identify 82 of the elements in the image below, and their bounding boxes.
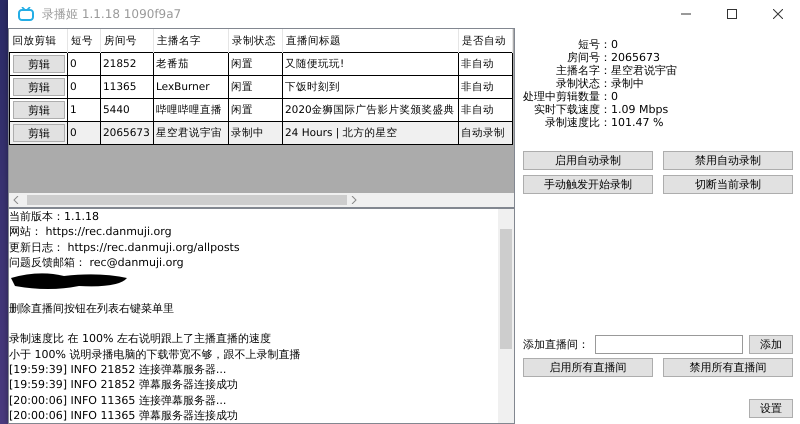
log-line: [19:59:39] INFO 21852 弹幕服务器连接成功 [9,377,239,393]
table-cell: 非自动 [458,52,512,76]
column-header[interactable]: 回放剪辑 [10,29,68,52]
table-cell: 21852 [100,52,154,76]
log-line: 录制速度比 在 100% 左右说明跟上了主播直播的速度 [9,331,272,347]
scroll-right-icon[interactable] [351,196,357,204]
close-icon [773,9,783,19]
edit-button[interactable]: 剪辑 [13,55,65,73]
vertical-scrollbar[interactable] [498,209,514,423]
table-row[interactable]: 剪辑 0 2065673 星空君说宇宙 录制中 24 Hours | 北方的星空 自动录制 [10,122,512,144]
maximize-icon [727,9,737,19]
table-cell: 5440 [100,98,154,122]
table-row[interactable]: 剪辑 0 21852 老番茄 闲置 又随便玩玩! 非自动 [10,52,512,76]
detail-label: 录制速度比： [544,116,611,129]
detail-value: 星空君说宇宙 [611,64,677,77]
edit-button[interactable]: 剪辑 [13,78,65,96]
detail-value: 0 [611,38,619,51]
log-line: 删除直播间按钮在列表右键菜单里 [9,300,175,316]
column-header[interactable]: 主播名字 [154,29,228,52]
horizontal-scrollbar[interactable] [9,193,514,207]
table-cell: 2020金狮国际广告影片奖颁奖盛典 [282,98,458,122]
table-row[interactable]: 剪辑 0 11365 LexBurner 闲置 下饭时刻到 非自动 [10,76,512,98]
table-cell: 星空君说宇宙 [154,122,228,144]
tv-icon [18,7,34,21]
room-input-field[interactable] [595,335,743,354]
log-line: [20:00:06] INFO 11365 弹幕服务器连接成功 [9,408,239,423]
log-line: [20:00:06] INFO 11365 连接弹幕服务器... [9,392,228,408]
edit-button[interactable]: 剪辑 [13,101,65,119]
table-cell: 0 [68,76,100,98]
table-cell: 哔哩哔哩直播 [154,98,228,122]
table-cell: 闲置 [228,76,282,98]
table-cell: 0 [68,122,100,144]
table-cell: 1 [68,98,100,122]
detail-label: 实时下载速度： [533,103,611,116]
settings-button[interactable]: 设置 [749,399,793,418]
log-line: 更新日志： https://rec.danmuji.org/allposts [9,240,241,255]
table-cell: 24 Hours | 北方的星空 [282,122,458,144]
detail-label: 短号： [578,38,611,51]
table-cell: 非自动 [458,76,512,98]
log-line: 当前版本：1.1.18 [9,209,100,224]
detail-value: 1.09 Mbps [611,103,670,116]
detail-value: 2065673 [611,51,661,64]
table-cell: 非自动 [458,98,512,122]
table-cell: 又随便玩玩! [282,52,458,76]
table-cell: 闲置 [228,52,282,76]
record-button[interactable]: 手动触发开始录制 [523,175,653,194]
detail-label: 录制状态： [555,77,611,90]
detail-label: 房间号： [566,51,611,64]
table-cell: 闲置 [228,98,282,122]
detail-value: 0 [611,90,619,103]
table-cell: 老番茄 [154,52,228,76]
room-toggle-button[interactable]: 禁用所有直播间 [663,358,793,377]
log-line: 网站： https://rec.danmuji.org [9,224,173,240]
table-cell: 下饭时刻到 [282,76,458,98]
add-room-label: 添加直播间： [523,337,589,352]
edit-button[interactable]: 剪辑 [13,124,65,142]
log-line: [19:59:39] INFO 21852 连接弹幕服务器... [9,362,228,378]
table-row[interactable]: 剪辑 1 5440 哔哩哔哩直播 闲置 2020金狮国际广告影片奖颁奖盛典 非自动 [10,98,512,122]
table-cell: 11365 [100,76,154,98]
window-title: 录播姬 1.1.18 1090f9a7 [42,6,182,22]
detail-label: 主播名字： [555,64,611,77]
detail-label: 处理中剪辑数量： [523,90,611,103]
record-button[interactable]: 禁用自动录制 [663,151,793,170]
column-header[interactable]: 短号 [68,29,100,52]
room-toggle-button[interactable]: 启用所有直播间 [523,358,653,377]
scroll-left-icon[interactable] [13,196,19,204]
column-header[interactable]: 房间号 [100,29,154,52]
detail-value: 101.47 % [611,116,664,129]
column-header[interactable]: 录制状态 [228,29,282,52]
record-button[interactable]: 启用自动录制 [523,151,653,170]
table-cell: 自动录制 [458,122,512,144]
table-cell: LexBurner [154,76,228,98]
log-line: 问题反馈邮箱： rec@danmuji.org [9,254,185,270]
column-header[interactable]: 直播间标题 [282,29,458,52]
record-button[interactable]: 切断当前录制 [663,175,793,194]
add-button[interactable]: 添加 [749,335,793,354]
detail-value: 录制中 [611,77,645,90]
table-cell: 0 [68,52,100,76]
table-cell: 2065673 [100,122,154,144]
log-line: 小于 100% 说明录播电脑的下载带宽不够，跟不上录制直播 [9,346,302,362]
table-cell: 录制中 [228,122,282,144]
column-header[interactable]: 是否自动 [458,29,512,52]
